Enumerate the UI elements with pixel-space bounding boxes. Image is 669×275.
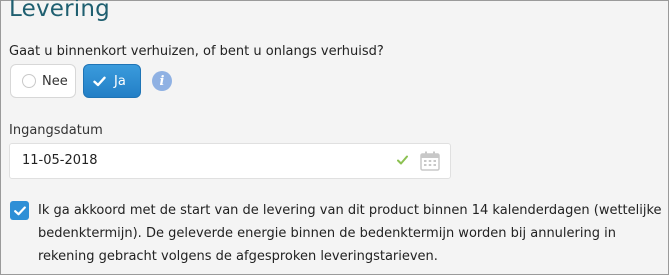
checkmark-icon	[397, 155, 408, 165]
start-date-value[interactable]: 11-05-2018	[22, 153, 98, 168]
option-ja-button[interactable]: Ja	[83, 64, 141, 98]
option-ja-label: Ja	[114, 73, 126, 89]
checkmark-icon	[93, 76, 106, 86]
move-question-label: Gaat u binnenkort verhuizen, of bent u o…	[9, 44, 384, 59]
info-icon[interactable]: i	[152, 71, 172, 91]
checkmark-icon	[13, 205, 26, 215]
start-date-field[interactable]: 11-05-2018	[9, 143, 451, 179]
radio-icon	[22, 74, 36, 88]
agreement-text: Ik ga akkoord met de start van de leveri…	[38, 203, 662, 264]
option-nee-label: Nee	[42, 73, 68, 89]
option-nee-button[interactable]: Nee	[10, 64, 76, 98]
start-date-label: Ingangsdatum	[9, 123, 103, 138]
calendar-icon[interactable]	[420, 151, 440, 171]
section-title: Levering	[9, 0, 110, 22]
agreement-checkbox[interactable]	[10, 201, 29, 220]
